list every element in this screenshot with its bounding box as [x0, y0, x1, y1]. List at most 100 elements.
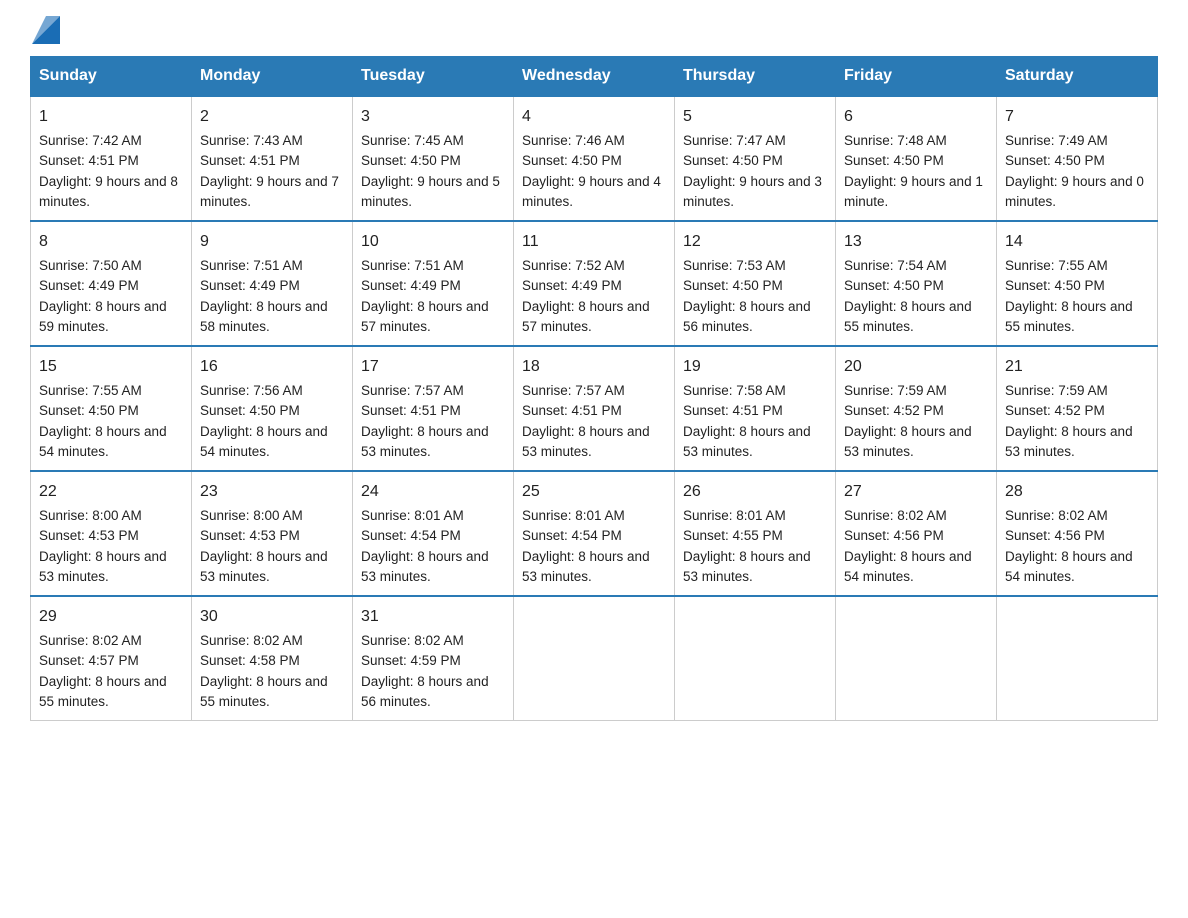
day-number: 10 — [361, 230, 505, 254]
day-info: Sunrise: 7:56 AMSunset: 4:50 PMDaylight:… — [200, 383, 328, 459]
calendar-cell: 10 Sunrise: 7:51 AMSunset: 4:49 PMDayligh… — [353, 221, 514, 346]
day-number: 27 — [844, 480, 988, 504]
calendar-cell: 16Sunrise: 7:56 AMSunset: 4:50 PMDayligh… — [192, 346, 353, 471]
page-header — [30, 20, 1158, 38]
day-number: 9 — [200, 230, 344, 254]
day-info: Sunrise: 7:43 AMSunset: 4:51 PMDaylight:… — [200, 133, 339, 209]
day-number: 26 — [683, 480, 827, 504]
day-info: Sunrise: 7:51 AMSunset: 4:49 PMDaylight:… — [361, 258, 489, 334]
day-info: Sunrise: 7:49 AMSunset: 4:50 PMDaylight:… — [1005, 133, 1144, 209]
calendar-cell: 9 Sunrise: 7:51 AMSunset: 4:49 PMDaylight… — [192, 221, 353, 346]
logo-icon — [32, 16, 60, 44]
day-info: Sunrise: 8:01 AMSunset: 4:54 PMDaylight:… — [522, 508, 650, 584]
calendar-cell — [675, 596, 836, 721]
calendar-cell: 2 Sunrise: 7:43 AMSunset: 4:51 PMDaylight… — [192, 96, 353, 221]
calendar-cell: 19Sunrise: 7:58 AMSunset: 4:51 PMDayligh… — [675, 346, 836, 471]
day-info: Sunrise: 7:58 AMSunset: 4:51 PMDaylight:… — [683, 383, 811, 459]
calendar-cell: 14 Sunrise: 7:55 AMSunset: 4:50 PMDayligh… — [997, 221, 1158, 346]
day-info: Sunrise: 7:53 AMSunset: 4:50 PMDaylight:… — [683, 258, 811, 334]
column-header-friday: Friday — [836, 57, 997, 97]
day-number: 31 — [361, 605, 505, 629]
day-number: 13 — [844, 230, 988, 254]
day-info: Sunrise: 7:42 AMSunset: 4:51 PMDaylight:… — [39, 133, 178, 209]
day-number: 21 — [1005, 355, 1149, 379]
calendar-cell: 13Sunrise: 7:54 AMSunset: 4:50 PMDayligh… — [836, 221, 997, 346]
day-info: Sunrise: 7:59 AMSunset: 4:52 PMDaylight:… — [844, 383, 972, 459]
day-number: 8 — [39, 230, 183, 254]
calendar-week-row: 15Sunrise: 7:55 AMSunset: 4:50 PMDayligh… — [31, 346, 1158, 471]
day-number: 5 — [683, 105, 827, 129]
calendar-cell: 5Sunrise: 7:47 AMSunset: 4:50 PMDaylight… — [675, 96, 836, 221]
day-info: Sunrise: 7:51 AMSunset: 4:49 PMDaylight:… — [200, 258, 328, 334]
calendar-cell: 26Sunrise: 8:01 AMSunset: 4:55 PMDayligh… — [675, 471, 836, 596]
calendar-week-row: 29 Sunrise: 8:02 AMSunset: 4:57 PMDayligh… — [31, 596, 1158, 721]
day-number: 17 — [361, 355, 505, 379]
calendar-cell: 17 Sunrise: 7:57 AMSunset: 4:51 PMDayligh… — [353, 346, 514, 471]
day-number: 28 — [1005, 480, 1149, 504]
day-number: 15 — [39, 355, 183, 379]
day-info: Sunrise: 8:02 AMSunset: 4:56 PMDaylight:… — [1005, 508, 1133, 584]
calendar-cell: 6 Sunrise: 7:48 AMSunset: 4:50 PMDaylight… — [836, 96, 997, 221]
column-header-thursday: Thursday — [675, 57, 836, 97]
day-info: Sunrise: 7:52 AMSunset: 4:49 PMDaylight:… — [522, 258, 650, 334]
calendar-cell: 8 Sunrise: 7:50 AMSunset: 4:49 PMDaylight… — [31, 221, 192, 346]
day-info: Sunrise: 8:02 AMSunset: 4:59 PMDaylight:… — [361, 633, 489, 709]
day-number: 25 — [522, 480, 666, 504]
calendar-cell: 12 Sunrise: 7:53 AMSunset: 4:50 PMDayligh… — [675, 221, 836, 346]
day-number: 18 — [522, 355, 666, 379]
column-header-wednesday: Wednesday — [514, 57, 675, 97]
calendar-cell: 11 Sunrise: 7:52 AMSunset: 4:49 PMDayligh… — [514, 221, 675, 346]
calendar-cell: 30 Sunrise: 8:02 AMSunset: 4:58 PMDayligh… — [192, 596, 353, 721]
calendar-week-row: 22 Sunrise: 8:00 AMSunset: 4:53 PMDayligh… — [31, 471, 1158, 596]
day-info: Sunrise: 8:02 AMSunset: 4:56 PMDaylight:… — [844, 508, 972, 584]
calendar-cell: 22 Sunrise: 8:00 AMSunset: 4:53 PMDayligh… — [31, 471, 192, 596]
day-number: 1 — [39, 105, 183, 129]
calendar-cell: 20 Sunrise: 7:59 AMSunset: 4:52 PMDayligh… — [836, 346, 997, 471]
day-info: Sunrise: 7:55 AMSunset: 4:50 PMDaylight:… — [1005, 258, 1133, 334]
day-number: 29 — [39, 605, 183, 629]
calendar-cell: 4 Sunrise: 7:46 AMSunset: 4:50 PMDaylight… — [514, 96, 675, 221]
column-header-sunday: Sunday — [31, 57, 192, 97]
column-header-monday: Monday — [192, 57, 353, 97]
day-number: 3 — [361, 105, 505, 129]
day-info: Sunrise: 8:02 AMSunset: 4:58 PMDaylight:… — [200, 633, 328, 709]
column-header-tuesday: Tuesday — [353, 57, 514, 97]
calendar-cell: 7 Sunrise: 7:49 AMSunset: 4:50 PMDaylight… — [997, 96, 1158, 221]
calendar-cell: 25 Sunrise: 8:01 AMSunset: 4:54 PMDayligh… — [514, 471, 675, 596]
calendar-cell: 29 Sunrise: 8:02 AMSunset: 4:57 PMDayligh… — [31, 596, 192, 721]
day-number: 24 — [361, 480, 505, 504]
day-info: Sunrise: 7:57 AMSunset: 4:51 PMDaylight:… — [361, 383, 489, 459]
calendar-week-row: 8 Sunrise: 7:50 AMSunset: 4:49 PMDaylight… — [31, 221, 1158, 346]
day-number: 22 — [39, 480, 183, 504]
day-info: Sunrise: 8:00 AMSunset: 4:53 PMDaylight:… — [200, 508, 328, 584]
day-number: 14 — [1005, 230, 1149, 254]
day-number: 6 — [844, 105, 988, 129]
column-header-saturday: Saturday — [997, 57, 1158, 97]
calendar-cell: 1 Sunrise: 7:42 AMSunset: 4:51 PMDaylight… — [31, 96, 192, 221]
day-info: Sunrise: 7:46 AMSunset: 4:50 PMDaylight:… — [522, 133, 661, 209]
day-info: Sunrise: 7:45 AMSunset: 4:50 PMDaylight:… — [361, 133, 500, 209]
calendar-cell — [997, 596, 1158, 721]
calendar-week-row: 1 Sunrise: 7:42 AMSunset: 4:51 PMDaylight… — [31, 96, 1158, 221]
day-number: 2 — [200, 105, 344, 129]
calendar-cell: 28 Sunrise: 8:02 AMSunset: 4:56 PMDayligh… — [997, 471, 1158, 596]
day-number: 4 — [522, 105, 666, 129]
day-number: 20 — [844, 355, 988, 379]
calendar-cell — [514, 596, 675, 721]
day-info: Sunrise: 7:57 AMSunset: 4:51 PMDaylight:… — [522, 383, 650, 459]
day-info: Sunrise: 8:00 AMSunset: 4:53 PMDaylight:… — [39, 508, 167, 584]
day-number: 7 — [1005, 105, 1149, 129]
calendar-cell: 18 Sunrise: 7:57 AMSunset: 4:51 PMDayligh… — [514, 346, 675, 471]
day-info: Sunrise: 8:02 AMSunset: 4:57 PMDaylight:… — [39, 633, 167, 709]
day-info: Sunrise: 8:01 AMSunset: 4:54 PMDaylight:… — [361, 508, 489, 584]
calendar-cell: 15Sunrise: 7:55 AMSunset: 4:50 PMDayligh… — [31, 346, 192, 471]
day-number: 11 — [522, 230, 666, 254]
day-info: Sunrise: 7:59 AMSunset: 4:52 PMDaylight:… — [1005, 383, 1133, 459]
calendar-cell: 3 Sunrise: 7:45 AMSunset: 4:50 PMDaylight… — [353, 96, 514, 221]
calendar-cell: 31 Sunrise: 8:02 AMSunset: 4:59 PMDayligh… — [353, 596, 514, 721]
calendar-header-row: SundayMondayTuesdayWednesdayThursdayFrid… — [31, 57, 1158, 97]
day-number: 30 — [200, 605, 344, 629]
day-number: 12 — [683, 230, 827, 254]
day-info: Sunrise: 7:48 AMSunset: 4:50 PMDaylight:… — [844, 133, 983, 209]
day-info: Sunrise: 7:50 AMSunset: 4:49 PMDaylight:… — [39, 258, 167, 334]
